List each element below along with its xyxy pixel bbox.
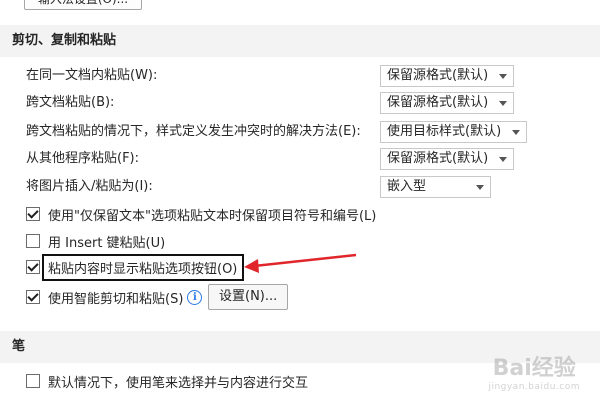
smart-cut-paste-option[interactable]: 使用智能剪切和粘贴(S) i — [26, 286, 203, 308]
smart-cut-paste-label: 使用智能剪切和粘贴(S) — [48, 291, 184, 307]
paste-between-docs-label: 跨文档粘贴(B): — [26, 95, 115, 110]
style-conflict-dropdown[interactable]: 使用目标样式(默认) — [380, 121, 527, 143]
input-method-settings-button[interactable]: 输入法设置(O)... — [24, 0, 142, 10]
insert-key-paste-checkbox[interactable] — [26, 234, 40, 248]
annotation-highlight-box — [42, 254, 244, 281]
chevron-down-icon — [499, 157, 507, 162]
keep-bullets-checkbox[interactable] — [26, 207, 40, 221]
paste-between-docs-dropdown[interactable]: 保留源格式(默认) — [380, 92, 514, 114]
pen-select-option[interactable]: 默认情况下，使用笔来选择并与内容进行交互 — [26, 370, 308, 392]
insert-key-paste-label: 用 Insert 键粘贴(U) — [48, 235, 166, 251]
keep-bullets-label: 使用"仅保留文本"选项粘贴文本时保留项目符号和编号(L) — [48, 208, 377, 224]
dropdown-value: 使用目标样式(默认) — [387, 124, 502, 139]
smart-cut-paste-checkbox[interactable] — [26, 290, 40, 304]
pen-select-label: 默认情况下，使用笔来选择并与内容进行交互 — [48, 375, 309, 391]
insert-picture-as-dropdown[interactable]: 嵌入型 — [380, 176, 491, 198]
dropdown-value: 保留源格式(默认) — [387, 95, 489, 110]
insert-key-paste-option[interactable]: 用 Insert 键粘贴(U) — [26, 230, 165, 252]
insert-picture-as-label: 将图片插入/粘贴为(I): — [26, 179, 153, 194]
info-icon[interactable]: i — [187, 289, 203, 305]
chevron-down-icon — [499, 74, 507, 79]
smart-paste-settings-button[interactable]: 设置(N)... — [208, 284, 289, 310]
chevron-down-icon — [476, 185, 484, 190]
annotation-arrow-icon — [244, 253, 357, 273]
dropdown-value: 保留源格式(默认) — [387, 68, 489, 83]
pen-select-checkbox[interactable] — [26, 374, 40, 388]
paste-same-doc-label: 在同一文档内粘贴(W): — [26, 68, 158, 83]
section-header-paste: 剪切、复制和粘贴 — [0, 25, 600, 57]
watermark-url: jingyan.baidu.com — [488, 382, 580, 392]
show-paste-options-checkbox[interactable] — [26, 260, 40, 274]
dropdown-value: 嵌入型 — [387, 179, 427, 194]
keep-bullets-option[interactable]: 使用"仅保留文本"选项粘贴文本时保留项目符号和编号(L) — [26, 203, 376, 225]
paste-other-programs-dropdown[interactable]: 保留源格式(默认) — [380, 148, 514, 170]
style-conflict-label: 跨文档粘贴的情况下，样式定义发生冲突时的解决方法(E): — [26, 124, 361, 139]
paste-same-doc-dropdown[interactable]: 保留源格式(默认) — [380, 65, 514, 87]
chevron-down-icon — [512, 130, 520, 135]
chevron-down-icon — [499, 101, 507, 106]
dropdown-value: 保留源格式(默认) — [387, 151, 489, 166]
watermark-logo: Bai经验 — [492, 356, 576, 381]
paste-other-programs-label: 从其他程序粘贴(F): — [26, 151, 140, 166]
baidu-watermark: Bai经验 jingyan.baidu.com — [488, 350, 580, 392]
